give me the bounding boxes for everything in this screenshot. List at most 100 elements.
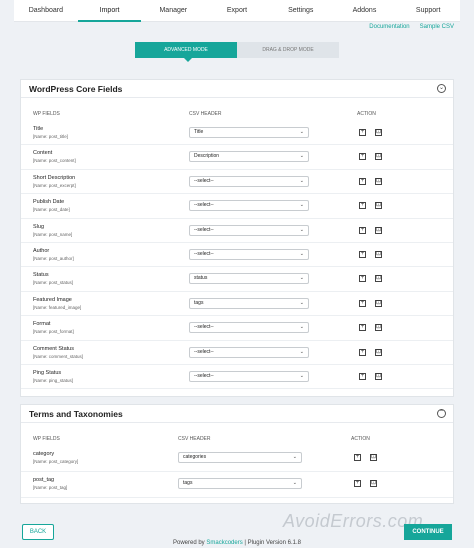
tab-settings[interactable]: Settings <box>269 0 333 21</box>
table-row: Comment Status [Name: comment_status] --se… <box>21 341 453 365</box>
select-value: --select-- <box>194 373 214 379</box>
tab-dashboard[interactable]: Dashboard <box>14 0 78 21</box>
terms-panel: Terms and Taxonomies ⌃ WP FIELDS CSV HEA… <box>20 404 454 504</box>
add-icon[interactable]: + <box>359 299 366 307</box>
select-value: --select-- <box>194 202 214 209</box>
csv-header-select[interactable]: tags ⌄ <box>178 478 302 489</box>
field-name: [Name: post_format] <box>33 329 74 335</box>
select-value: categories <box>183 454 207 460</box>
field-label: Short Description <box>33 174 76 181</box>
collapse-icon[interactable]: ⌄ <box>437 84 446 93</box>
drag-drop-mode-button[interactable]: DRAG & DROP MODE <box>237 42 339 58</box>
col-csv-header: CSV HEADER <box>178 436 211 442</box>
field-name: [Name: post_date] <box>33 207 70 213</box>
add-icon[interactable]: + <box>359 324 366 332</box>
add-icon[interactable]: + <box>359 153 366 161</box>
static-value-icon[interactable]: ⊡ <box>375 348 382 356</box>
continue-button[interactable]: CONTINUE <box>404 524 452 540</box>
chevron-down-icon: ⌄ <box>299 226 304 233</box>
core-fields-title: WordPress Core Fields <box>29 84 123 94</box>
table-row: Short Description [Name: post_excerpt] --s… <box>21 170 453 195</box>
static-value-icon[interactable]: ⊡ <box>375 373 382 380</box>
add-icon[interactable]: + <box>359 373 366 380</box>
static-value-icon[interactable]: ⊡ <box>375 299 382 307</box>
documentation-link[interactable]: Documentation <box>369 24 409 30</box>
add-icon[interactable]: + <box>359 129 366 136</box>
csv-header-select[interactable]: --select-- ⌄ <box>189 249 309 260</box>
static-value-icon[interactable]: ⊡ <box>375 153 382 161</box>
csv-header-select[interactable]: Title ⌄ <box>189 127 309 138</box>
static-value-icon[interactable]: ⊡ <box>375 129 382 136</box>
terms-title: Terms and Taxonomies <box>29 409 123 419</box>
tab-import[interactable]: Import <box>77 0 142 22</box>
chevron-down-icon: ⌄ <box>299 275 304 282</box>
static-value-icon[interactable]: ⊡ <box>375 324 382 332</box>
add-icon[interactable]: + <box>354 480 361 487</box>
tab-export[interactable]: Export <box>205 0 269 21</box>
add-icon[interactable]: + <box>359 226 366 234</box>
footer-version: | Plugin Version 6.1.8 <box>242 540 301 546</box>
field-name: [Name: post_title] <box>33 134 69 139</box>
csv-header-select[interactable]: categories ⌄ <box>178 452 302 463</box>
field-name: [Name: post_status] <box>33 280 74 286</box>
top-nav: Dashboard Import Manager Export Settings… <box>14 0 460 22</box>
csv-header-select[interactable]: --select-- ⌄ <box>189 322 309 334</box>
back-button[interactable]: BACK <box>22 524 54 540</box>
static-value-icon[interactable]: ⊡ <box>375 202 382 210</box>
csv-header-select[interactable]: --select-- ⌄ <box>189 200 309 212</box>
table-row: Status [Name: post_status] status ⌄ + ⊡ <box>21 267 453 292</box>
tab-addons[interactable]: Addons <box>333 0 397 21</box>
tab-support[interactable]: Support <box>396 0 460 21</box>
table-row: Slug [Name: post_name] --select-- ⌄ + ⊡ <box>21 219 453 243</box>
csv-header-select[interactable]: --select-- ⌄ <box>189 371 309 382</box>
select-value: tags <box>194 299 204 306</box>
add-icon[interactable]: + <box>359 177 366 185</box>
field-name: [Name: featured_image] <box>33 304 82 310</box>
static-value-icon[interactable]: ⊡ <box>375 177 382 185</box>
chevron-down-icon: ⌄ <box>299 251 304 257</box>
field-label: Comment Status <box>33 345 74 352</box>
chevron-down-icon: ⌄ <box>299 299 304 306</box>
select-value: status <box>194 275 208 282</box>
footer-brand-link[interactable]: Smackcoders <box>206 540 242 546</box>
csv-header-select[interactable]: Description ⌄ <box>189 151 309 163</box>
field-name: [Name: post_name] <box>33 231 73 237</box>
chevron-down-icon: ⌄ <box>299 202 304 209</box>
static-value-icon[interactable]: ⊡ <box>375 275 382 283</box>
field-name: [Name: post_category] <box>33 459 79 464</box>
advanced-mode-button[interactable]: ADVANCED MODE <box>135 42 237 62</box>
csv-header-select[interactable]: --select-- ⌄ <box>189 224 309 236</box>
static-value-icon[interactable]: ⊡ <box>370 454 377 461</box>
footer: Powered by Smackcoders | Plugin Version … <box>0 540 474 546</box>
add-icon[interactable]: + <box>354 454 361 461</box>
field-name: [Name: ping_status] <box>33 378 74 383</box>
chevron-down-icon: ⌄ <box>299 373 304 379</box>
core-fields-header: WordPress Core Fields ⌄ <box>21 80 453 98</box>
watermark: AvoidErrors.com <box>283 511 424 531</box>
select-value: --select-- <box>194 348 214 355</box>
csv-header-select[interactable]: --select-- ⌄ <box>189 346 309 358</box>
footer-prefix: Powered by <box>173 540 207 546</box>
csv-header-select[interactable]: status ⌄ <box>189 273 309 285</box>
add-icon[interactable]: + <box>359 348 366 356</box>
add-icon[interactable]: + <box>359 275 366 283</box>
static-value-icon[interactable]: ⊡ <box>375 226 382 234</box>
field-label: category <box>33 451 55 457</box>
add-icon[interactable]: + <box>359 251 366 258</box>
tab-manager[interactable]: Manager <box>141 0 205 21</box>
select-value: --select-- <box>194 324 214 331</box>
expand-icon[interactable]: ⌃ <box>437 409 446 418</box>
add-icon[interactable]: + <box>359 202 366 210</box>
csv-header-select[interactable]: --select-- ⌄ <box>189 175 309 187</box>
table-row: Author [Name: post_author] --select-- ⌄ + ⊡ <box>21 243 453 268</box>
col-wp-fields: WP FIELDS <box>33 436 60 442</box>
static-value-icon[interactable]: ⊡ <box>375 251 382 258</box>
sample-csv-link[interactable]: Sample CSV <box>420 24 454 30</box>
col-action: ACTION <box>357 111 376 117</box>
csv-header-select[interactable]: tags ⌄ <box>189 297 309 309</box>
field-label: Content <box>33 150 53 157</box>
static-value-icon[interactable]: ⊡ <box>370 480 377 487</box>
terms-header: Terms and Taxonomies ⌃ <box>21 405 453 423</box>
field-name: [Name: post_tag] <box>33 485 68 490</box>
field-label: Author <box>33 248 50 254</box>
